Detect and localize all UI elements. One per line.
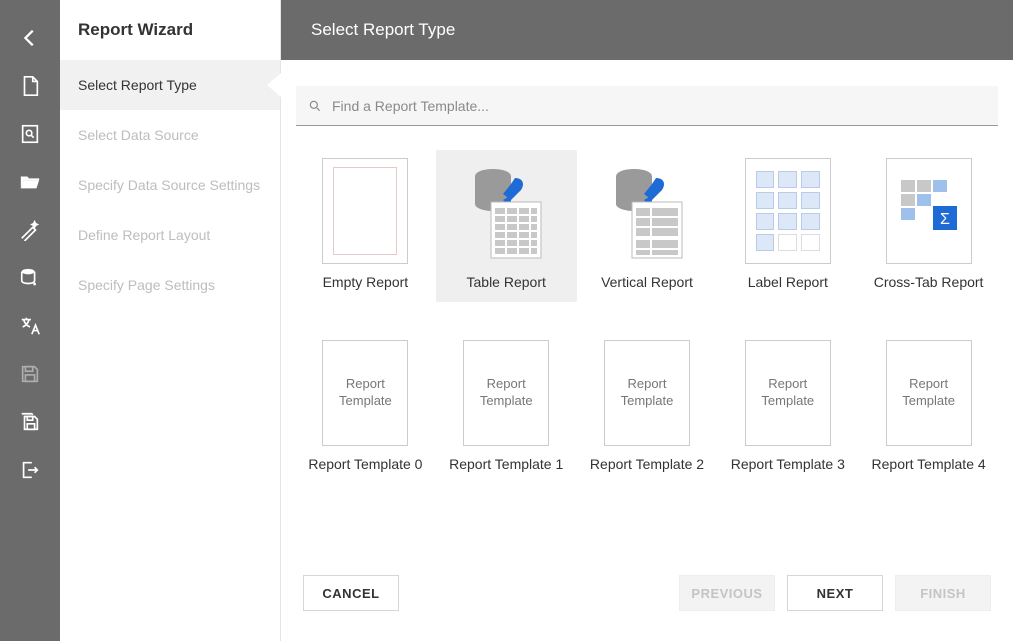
translate-icon[interactable] — [0, 302, 60, 350]
template-thumb: ReportTemplate — [745, 340, 831, 446]
template-thumb: ReportTemplate — [886, 340, 972, 446]
exit-icon[interactable] — [0, 446, 60, 494]
card-label: Report Template 0 — [308, 456, 422, 472]
card-label: Cross-Tab Report — [874, 274, 984, 290]
vertical-report-thumb — [604, 158, 690, 264]
step-specify-page-settings: Specify Page Settings — [60, 260, 280, 310]
save-all-icon[interactable] — [0, 398, 60, 446]
card-label: Label Report — [748, 274, 828, 290]
search-icon — [308, 99, 322, 113]
wizard-title: Report Wizard — [60, 0, 280, 60]
template-custom-4[interactable]: ReportTemplate Report Template 4 — [858, 332, 999, 484]
template-grid: Empty Report — [281, 126, 1013, 484]
main-panel: Select Report Type Empty Report — [281, 0, 1013, 641]
card-label: Empty Report — [323, 274, 409, 290]
template-crosstab-report[interactable]: Σ Cross-Tab Report — [858, 150, 999, 302]
template-thumb: ReportTemplate — [604, 340, 690, 446]
card-label: Report Template 2 — [590, 456, 704, 472]
card-label: Report Template 4 — [872, 456, 986, 472]
wizard-icon[interactable] — [0, 206, 60, 254]
step-select-data-source: Select Data Source — [60, 110, 280, 160]
template-thumb: ReportTemplate — [322, 340, 408, 446]
wizard-stepper: Report Wizard Select Report Type Select … — [60, 0, 281, 641]
finish-button: FINISH — [895, 575, 991, 611]
search-bar — [296, 86, 998, 126]
table-report-thumb — [463, 158, 549, 264]
open-folder-icon[interactable] — [0, 158, 60, 206]
step-select-report-type[interactable]: Select Report Type — [60, 60, 280, 110]
wizard-footer: CANCEL PREVIOUS NEXT FINISH — [281, 551, 1013, 641]
template-custom-1[interactable]: ReportTemplate Report Template 1 — [436, 332, 577, 484]
card-label: Report Template 3 — [731, 456, 845, 472]
template-thumb: ReportTemplate — [463, 340, 549, 446]
template-custom-2[interactable]: ReportTemplate Report Template 2 — [577, 332, 718, 484]
search-input[interactable] — [332, 98, 986, 114]
empty-report-thumb — [322, 158, 408, 264]
card-label: Report Template 1 — [449, 456, 563, 472]
template-custom-3[interactable]: ReportTemplate Report Template 3 — [717, 332, 858, 484]
new-document-icon[interactable] — [0, 62, 60, 110]
label-report-thumb — [745, 158, 831, 264]
page-title: Select Report Type — [281, 0, 1013, 60]
svg-text:Σ: Σ — [940, 211, 950, 228]
template-vertical-report[interactable]: Vertical Report — [577, 150, 718, 302]
next-button[interactable]: NEXT — [787, 575, 883, 611]
template-table-report[interactable]: Table Report — [436, 150, 577, 302]
datasource-icon[interactable] — [0, 254, 60, 302]
template-custom-0[interactable]: ReportTemplate Report Template 0 — [295, 332, 436, 484]
step-specify-data-source-settings: Specify Data Source Settings — [60, 160, 280, 210]
previous-button: PREVIOUS — [679, 575, 775, 611]
template-empty-report[interactable]: Empty Report — [295, 150, 436, 302]
step-define-report-layout: Define Report Layout — [60, 210, 280, 260]
find-page-icon[interactable] — [0, 110, 60, 158]
card-label: Vertical Report — [601, 274, 693, 290]
save-icon — [0, 350, 60, 398]
left-toolbar — [0, 0, 60, 641]
cancel-button[interactable]: CANCEL — [303, 575, 399, 611]
crosstab-report-thumb: Σ — [886, 158, 972, 264]
template-label-report[interactable]: Label Report — [717, 150, 858, 302]
back-button[interactable] — [0, 14, 60, 62]
card-label: Table Report — [467, 274, 546, 290]
